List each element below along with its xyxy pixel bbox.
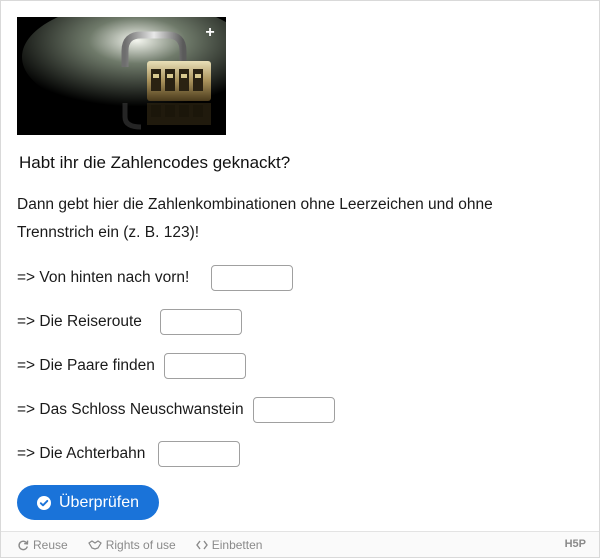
blank-input-2[interactable] xyxy=(159,309,242,335)
padlock-image: + xyxy=(17,17,226,135)
task-intro: Dann gebt hier die Zahlenkombinationen o… xyxy=(17,196,493,241)
expand-image-button[interactable]: + xyxy=(200,23,220,43)
task-title: Habt ihr die Zahlencodes geknackt? xyxy=(19,153,291,172)
rights-of-use-button[interactable]: Rights of use xyxy=(87,537,176,552)
plus-icon: + xyxy=(205,24,215,41)
blank-label: => Von hinten nach vorn! xyxy=(17,269,190,286)
blank-label: => Das Schloss Neuschwanstein xyxy=(17,401,244,418)
embed-label: Einbetten xyxy=(211,537,263,552)
h5p-frame: + Habt ihr die Zahlencodes geknackt? Dan… xyxy=(0,0,600,558)
handshake-icon xyxy=(87,539,102,551)
blank-row: => Die Reiseroute xyxy=(17,309,583,335)
check-circle-icon xyxy=(37,495,51,510)
blank-row: => Die Paare finden xyxy=(17,353,583,379)
footer-bar: Reuse Rights of use Einbetten H5P xyxy=(1,531,599,557)
blank-label: => Die Achterbahn xyxy=(17,445,146,462)
blank-input-1[interactable] xyxy=(211,265,294,291)
h5p-logo[interactable]: H5P xyxy=(565,538,586,550)
rights-of-use-label: Rights of use xyxy=(105,537,176,552)
blank-row: => Von hinten nach vorn! xyxy=(17,265,583,291)
content: + Habt ihr die Zahlencodes geknackt? Dan… xyxy=(1,1,599,520)
blank-input-5[interactable] xyxy=(158,441,241,467)
reuse-label: Reuse xyxy=(33,537,68,552)
blank-row: => Das Schloss Neuschwanstein xyxy=(17,397,583,423)
embed-button[interactable]: Einbetten xyxy=(195,537,263,552)
blank-label: => Die Paare finden xyxy=(17,357,155,374)
refresh-icon xyxy=(17,539,29,551)
check-button[interactable]: Überprüfen xyxy=(17,485,160,520)
padlock-illustration xyxy=(17,17,226,135)
check-button-label: Überprüfen xyxy=(59,493,140,511)
reuse-button[interactable]: Reuse xyxy=(17,538,68,552)
blank-label: => Die Reiseroute xyxy=(17,313,142,330)
blank-row: => Die Achterbahn xyxy=(17,441,583,467)
blank-input-4[interactable] xyxy=(252,397,335,423)
blank-input-3[interactable] xyxy=(163,353,246,379)
code-icon xyxy=(195,540,208,550)
